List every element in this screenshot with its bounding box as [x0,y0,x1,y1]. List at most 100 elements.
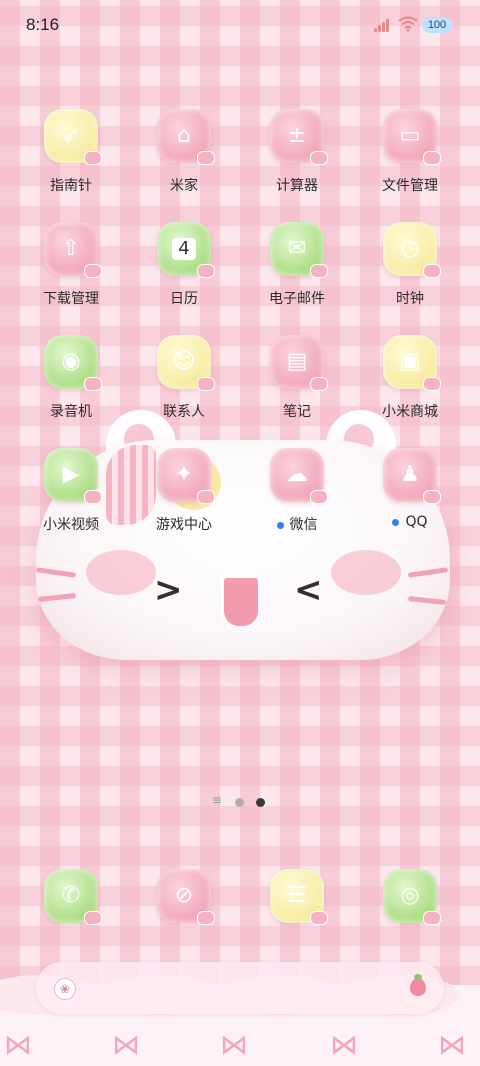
bow-decoration-icon: ⋈ [220,1028,248,1061]
icon-glyph: ▣ [399,349,421,374]
icon-glyph: ☁ [286,462,308,487]
paw-icon: ❀ [54,978,76,1000]
app-label: QQ [355,514,465,530]
app-label-text: 米家 [170,178,198,194]
app-clock[interactable]: ◷ 时钟 [355,222,465,332]
messages-icon[interactable]: ☰ [270,869,328,925]
icon-glyph: ◉ [61,349,81,374]
icon-glyph: ⊘ [174,883,194,908]
strawberry-sticker-icon [84,264,102,278]
video-play-icon[interactable]: ▶ [44,448,102,504]
folder-icon[interactable]: ▭ [383,109,441,165]
icon-glyph: ⌂ [177,123,191,148]
cat-tongue [221,575,261,629]
strawberry-sticker-icon [197,490,215,504]
app-mi-store[interactable]: ▣ 小米商城 [355,335,465,445]
app-label-text: 联系人 [163,404,205,420]
app-label-text: 电子邮件 [269,291,325,307]
mi-store-icon[interactable]: ▣ [383,335,441,391]
compass-icon[interactable]: ➹ [44,109,102,165]
strawberry-sticker-icon [310,911,328,925]
mi-home-icon[interactable]: ⌂ [157,109,215,165]
strawberry-sticker-icon [423,377,441,391]
icon-glyph: ⇧ [61,236,81,261]
cat-eye-right: < [294,570,323,610]
page-dot-2-active[interactable] [256,798,265,807]
app-label: 日历 [129,288,239,308]
game-center-icon[interactable]: ✦ [157,448,215,504]
strawberry-sticker-icon [84,151,102,165]
notes-icon[interactable]: ▤ [270,335,328,391]
icon-glyph: ◎ [400,883,420,908]
icon-glyph: ☺ [172,349,196,374]
dock-browser[interactable]: ⊘ [129,869,239,929]
dock-messages[interactable]: ☰ [242,869,352,929]
page-indicator[interactable]: ≡ [212,793,272,808]
app-recorder[interactable]: ◉ 录音机 [16,335,126,445]
app-qq-penguin[interactable]: ♟ QQ [355,448,465,558]
app-label-text: 文件管理 [382,178,438,194]
strawberry-sticker-icon [423,490,441,504]
bow-decoration-icon: ⋈ [112,1028,140,1061]
mail-icon[interactable]: ✉ [270,222,328,278]
app-game-center[interactable]: ✦ 游戏中心 [129,448,239,558]
app-compass[interactable]: ➹ 指南针 [16,109,126,219]
app-calendar[interactable]: 4 日历 [129,222,239,332]
app-video-play[interactable]: ▶ 小米视频 [16,448,126,558]
app-label: 录音机 [16,401,126,421]
app-notes[interactable]: ▤ 笔记 [242,335,352,445]
strawberry-sticker-icon [310,264,328,278]
app-contacts[interactable]: ☺ 联系人 [129,335,239,445]
qq-penguin-icon[interactable]: ♟ [383,448,441,504]
app-label: 笔记 [242,401,352,421]
strawberry-sticker-icon [84,911,102,925]
app-calculator[interactable]: ± 计算器 [242,109,352,219]
app-label-text: 时钟 [396,291,424,307]
app-mail[interactable]: ✉ 电子邮件 [242,222,352,332]
app-wechat[interactable]: ☁ 微信 [242,448,352,558]
dock-phone[interactable]: ✆ [16,869,126,929]
strawberry-sticker-icon [310,490,328,504]
app-label-text: 小米商城 [382,404,438,420]
bow-decoration-icon: ⋈ [330,1028,358,1061]
app-label: 微信 [242,514,352,534]
page-dot-1[interactable] [235,798,244,807]
contacts-icon[interactable]: ☺ [157,335,215,391]
status-time: 8:16 [26,15,60,34]
app-label-text: 下载管理 [43,291,99,307]
strawberry-sticker-icon [197,151,215,165]
camera-icon[interactable]: ◎ [383,869,441,925]
download-cloud-icon[interactable]: ⇧ [44,222,102,278]
wechat-icon[interactable]: ☁ [270,448,328,504]
calculator-icon[interactable]: ± [270,109,328,165]
calendar-icon[interactable]: 4 [157,222,215,278]
app-label-text: 游戏中心 [156,517,212,533]
cat-eye-left: > [154,570,183,610]
battery-indicator: 100 [422,17,452,33]
icon-glyph: ➹ [61,123,81,148]
strawberry-icon [410,974,426,996]
icon-glyph: ▭ [399,123,421,148]
browser-icon[interactable]: ⊘ [157,869,215,925]
icon-glyph: ✆ [61,883,81,908]
dock-camera[interactable]: ◎ [355,869,465,929]
clock-icon[interactable]: ◷ [383,222,441,278]
app-download-cloud[interactable]: ⇧ 下载管理 [16,222,126,332]
recorder-icon[interactable]: ◉ [44,335,102,391]
phone-icon[interactable]: ✆ [44,869,102,925]
strawberry-sticker-icon [423,264,441,278]
app-label: 电子邮件 [242,288,352,308]
strawberry-sticker-icon [197,377,215,391]
app-label-text: 指南针 [50,178,92,194]
icon-glyph: ☰ [287,883,307,908]
app-label: 米家 [129,175,239,195]
strawberry-sticker-icon [310,377,328,391]
app-mi-home[interactable]: ⌂ 米家 [129,109,239,219]
new-badge-dot [276,521,284,529]
app-label-text: 小米视频 [43,517,99,533]
search-bar[interactable]: ❀ [36,962,444,1014]
icon-glyph: ♟ [400,462,420,487]
cellular-signal-icon [374,18,394,32]
app-label-text: 日历 [170,291,198,307]
app-folder[interactable]: ▭ 文件管理 [355,109,465,219]
